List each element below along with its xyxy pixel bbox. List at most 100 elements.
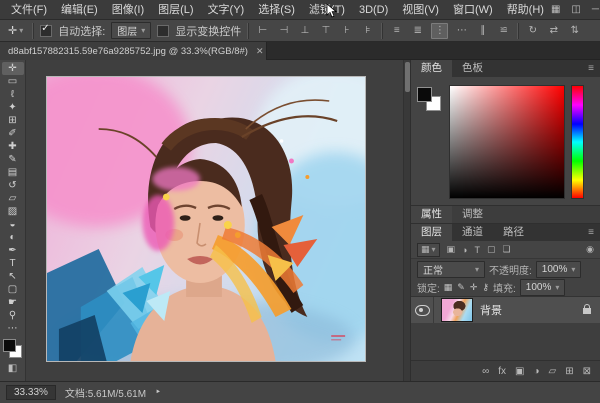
auto-select-checkbox[interactable] — [40, 25, 52, 37]
tab-properties[interactable]: 属性 — [411, 206, 452, 223]
move-tool[interactable]: ✛ — [2, 62, 24, 75]
distribute-icon[interactable]: ≌ — [496, 23, 511, 39]
tab-adjustments[interactable]: 调整 — [452, 206, 493, 223]
lock-position-icon[interactable]: ✛ — [470, 282, 478, 293]
dodge-tool[interactable]: ◐ — [2, 231, 24, 244]
auto-select-target-dropdown[interactable]: 图层 ▾ — [111, 22, 151, 39]
new-layer-icon[interactable]: ⊞ — [565, 366, 573, 377]
delete-layer-icon[interactable]: ⊠ — [583, 366, 591, 377]
rectangular-marquee-tool[interactable]: ▭ — [2, 75, 24, 88]
shape-tool[interactable]: ▢ — [2, 283, 24, 296]
distribute-icon[interactable]: ⋯ — [454, 23, 469, 39]
distribute-icon[interactable]: ∥ — [475, 23, 490, 39]
gradient-tool[interactable]: ▨ — [2, 205, 24, 218]
show-transform-checkbox[interactable] — [157, 25, 169, 37]
new-group-icon[interactable]: ▱ — [549, 366, 557, 377]
menu-item-image[interactable]: 图像(I) — [105, 0, 151, 20]
menu-item-window[interactable]: 窗口(W) — [446, 0, 500, 20]
eyedropper-tool[interactable]: ✐ — [2, 127, 24, 140]
pen-tool[interactable]: ✒ — [2, 244, 24, 257]
blur-tool[interactable]: ◒ — [2, 218, 24, 231]
mode-icon[interactable]: ⇄ — [546, 23, 561, 39]
layout-icon[interactable]: ◫ — [571, 4, 580, 15]
magic-wand-tool[interactable]: ✦ — [2, 101, 24, 114]
lock-transparent-icon[interactable]: ▦ — [444, 282, 453, 293]
color-panel-swatches[interactable] — [417, 87, 441, 111]
panel-menu-icon[interactable]: ≡ — [588, 224, 600, 241]
menu-item-layer[interactable]: 图层(L) — [151, 0, 200, 20]
clone-stamp-tool[interactable]: ▤ — [2, 166, 24, 179]
opacity-dropdown[interactable]: 100% ▾ — [536, 261, 582, 278]
panel-menu-icon[interactable]: ≡ — [588, 60, 600, 77]
layer-style-icon[interactable]: fx — [498, 366, 506, 377]
filter-toggle-icon[interactable]: ◉ — [586, 244, 594, 255]
menu-item-view[interactable]: 视图(V) — [395, 0, 446, 20]
foreground-background-swatches[interactable] — [3, 339, 22, 358]
mode-icon[interactable]: ⇅ — [567, 23, 582, 39]
menu-item-help[interactable]: 帮助(H) — [500, 0, 551, 20]
menu-item-filter[interactable]: 滤镜(T) — [302, 0, 352, 20]
visibility-toggle[interactable] — [411, 297, 434, 323]
add-mask-icon[interactable]: ▣ — [515, 366, 524, 377]
tab-paths[interactable]: 路径 — [493, 224, 534, 241]
eraser-tool[interactable]: ▱ — [2, 192, 24, 205]
tab-swatches[interactable]: 色板 — [452, 60, 493, 77]
zoom-level-field[interactable]: 33.33% — [6, 385, 56, 400]
type-tool[interactable]: T — [2, 257, 24, 270]
menu-item-file[interactable]: 文件(F) — [4, 0, 54, 20]
quick-mask-icon[interactable]: ◧ — [8, 363, 17, 374]
distribute-icon[interactable]: ≡ — [389, 23, 404, 39]
align-icon[interactable]: ⊤ — [318, 23, 333, 39]
align-icon[interactable]: ⊧ — [360, 23, 375, 39]
tab-color[interactable]: 颜色 — [411, 60, 452, 77]
align-icon[interactable]: ⊢ — [255, 23, 270, 39]
tab-layers[interactable]: 图层 — [411, 224, 452, 241]
foreground-color-swatch[interactable] — [417, 87, 432, 102]
adjustment-layer-icon[interactable]: ◑ — [533, 366, 539, 377]
filter-smart-icon[interactable]: ❏ — [503, 244, 511, 255]
hue-slider[interactable] — [571, 85, 584, 199]
mode-icon[interactable]: ↻ — [525, 23, 540, 39]
saturation-brightness-field[interactable] — [449, 85, 565, 199]
minimize-button[interactable]: ─ — [592, 4, 599, 15]
align-icon[interactable]: ⊣ — [276, 23, 291, 39]
workspace-icon[interactable]: ▦ — [551, 4, 560, 15]
zoom-tool[interactable]: ⚲ — [2, 309, 24, 322]
status-arrow-icon[interactable]: ‣ — [155, 387, 161, 398]
document-tab[interactable]: d8abf157882315.59e76a9285752.jpg @ 33.3%… — [0, 42, 267, 60]
menu-item-select[interactable]: 选择(S) — [251, 0, 302, 20]
layer-thumbnail[interactable] — [441, 298, 473, 322]
tab-close-icon[interactable]: ✕ — [256, 46, 264, 57]
link-layers-icon[interactable]: ∞ — [482, 366, 489, 377]
blend-mode-dropdown[interactable]: 正常 ▾ — [417, 261, 485, 278]
lock-all-icon[interactable]: ⚷ — [482, 282, 489, 293]
filter-type-icon[interactable]: T — [474, 245, 480, 255]
foreground-color-swatch[interactable] — [3, 339, 16, 352]
document-image[interactable] — [46, 76, 366, 362]
filter-kind-dropdown[interactable]: ▦ ▾ — [417, 243, 440, 257]
menu-item-type[interactable]: 文字(Y) — [201, 0, 252, 20]
align-icon[interactable]: ⊦ — [339, 23, 354, 39]
distribute-icon[interactable]: ≣ — [410, 23, 425, 39]
more-tools-button[interactable]: ⋯ — [2, 322, 24, 335]
brush-tool[interactable]: ✎ — [2, 153, 24, 166]
align-icon[interactable]: ⊥ — [297, 23, 312, 39]
tool-preset-button[interactable]: ✛ ▾ — [5, 24, 26, 37]
tab-channels[interactable]: 通道 — [452, 224, 493, 241]
menu-item-edit[interactable]: 编辑(E) — [54, 0, 105, 20]
lock-pixels-icon[interactable]: ✎ — [457, 282, 465, 293]
layer-row-background[interactable]: 背景 — [411, 297, 600, 323]
crop-tool[interactable]: ⊞ — [2, 114, 24, 127]
history-brush-tool[interactable]: ↺ — [2, 179, 24, 192]
filter-adjustment-icon[interactable]: ◑ — [462, 245, 467, 255]
path-selection-tool[interactable]: ↖ — [2, 270, 24, 283]
lasso-tool[interactable]: ℓ — [2, 88, 24, 101]
filter-shape-icon[interactable]: ▢ — [487, 244, 496, 255]
menu-item-3d[interactable]: 3D(D) — [352, 0, 395, 20]
hand-tool[interactable]: ☛ — [2, 296, 24, 309]
canvas-area[interactable] — [26, 60, 403, 381]
healing-brush-tool[interactable]: ✚ — [2, 140, 24, 153]
distribute-icon[interactable]: ⋮ — [431, 23, 448, 39]
filter-pixel-icon[interactable]: ▣ — [447, 244, 456, 255]
fill-dropdown[interactable]: 100% ▾ — [520, 279, 566, 296]
